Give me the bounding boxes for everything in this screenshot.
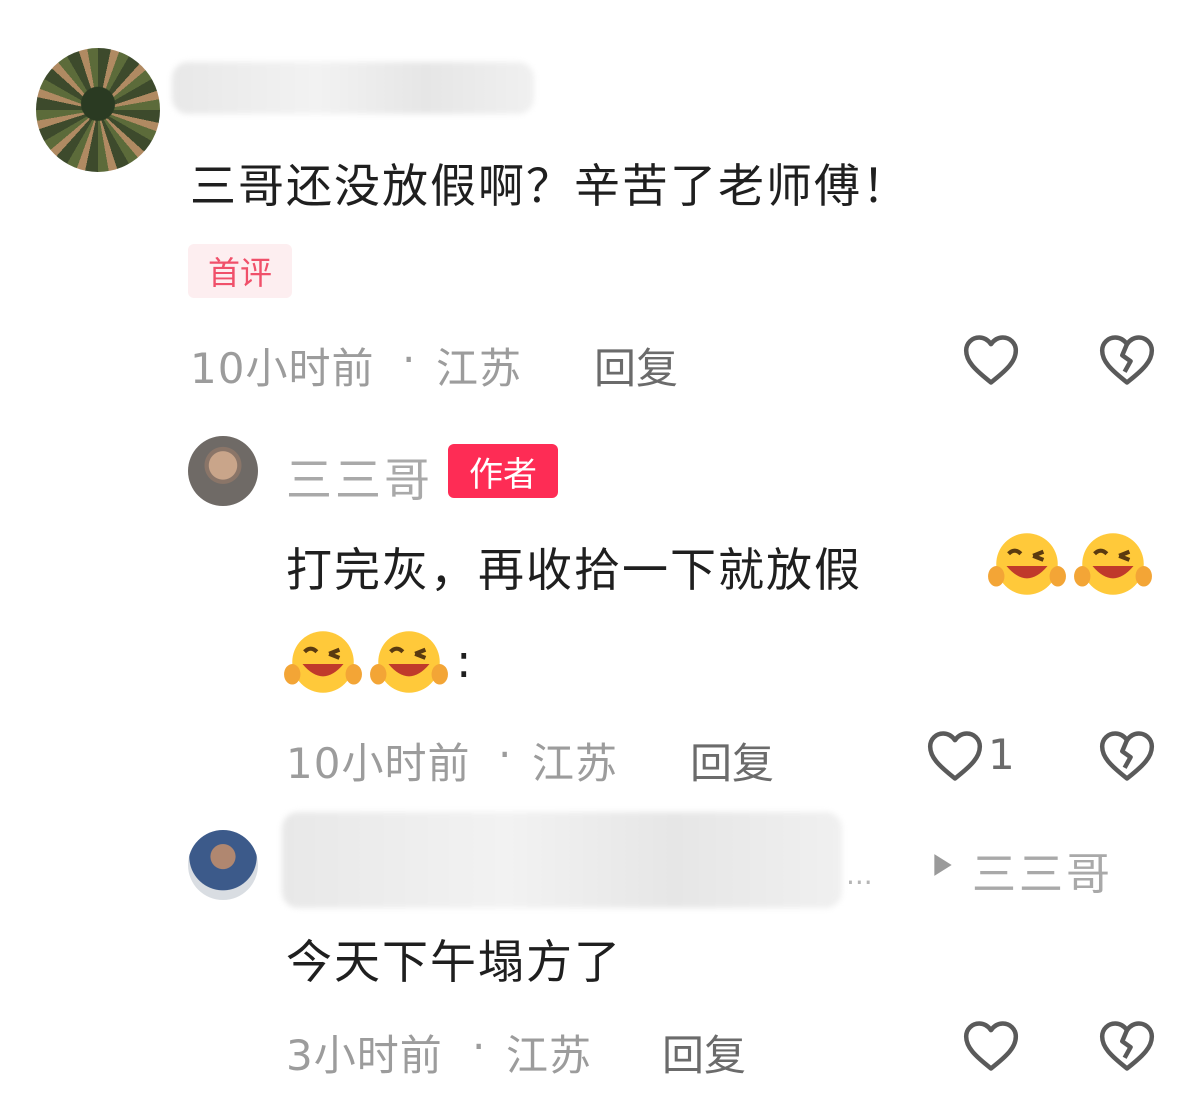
heart-icon[interactable]: [962, 334, 1020, 386]
reply-text: 打完灰，再收拾一下就放假: [286, 543, 862, 597]
heart-icon[interactable]: [926, 730, 984, 782]
commenter-avatar[interactable]: [36, 48, 160, 172]
broken-heart-icon[interactable]: [1098, 334, 1156, 386]
meta-separator: ·: [472, 1022, 487, 1071]
comment-thread: 三哥还没放假啊？辛苦了老师傅！ 首评 10小时前 · 江苏 回复 三三哥 作者 …: [0, 0, 1200, 1117]
comment-text: 今天下午塌方了: [286, 935, 622, 989]
reply-to-user[interactable]: 三三哥: [972, 838, 1113, 902]
grinning-wink-face-emoji: [1074, 533, 1152, 595]
comment-time: 3小时前: [286, 1031, 443, 1080]
broken-heart-icon[interactable]: [1098, 730, 1156, 782]
heart-icon[interactable]: [962, 1020, 1020, 1072]
grinning-wink-face-emoji: [370, 631, 448, 693]
username-ellipsis: ...: [846, 858, 873, 891]
broken-heart-icon[interactable]: [1098, 1020, 1156, 1072]
comment-location: 江苏: [436, 344, 523, 393]
like-count: 1: [988, 730, 1015, 779]
reply-text-suffix: :: [456, 634, 474, 688]
author-badge: 作者: [448, 444, 558, 498]
meta-separator: ·: [498, 730, 513, 779]
author-name[interactable]: 三三哥: [286, 444, 433, 510]
grinning-wink-face-emoji: [284, 631, 362, 693]
first-comment-badge: 首评: [188, 244, 292, 298]
reply-button[interactable]: 回复: [594, 335, 678, 396]
grinning-wink-face-emoji: [988, 533, 1066, 595]
blurred-username: [282, 812, 842, 908]
reply-button[interactable]: 回复: [690, 730, 774, 791]
reply-button[interactable]: 回复: [662, 1022, 746, 1083]
comment-location: 江苏: [532, 739, 619, 788]
play-arrow-icon: [934, 854, 952, 876]
meta-separator: ·: [402, 335, 417, 384]
blurred-username: [172, 62, 534, 114]
comment-time: 10小时前: [286, 739, 471, 788]
comment-text: 三哥还没放假啊？辛苦了老师傅！: [190, 159, 910, 213]
comment-location: 江苏: [506, 1031, 593, 1080]
author-avatar[interactable]: [188, 436, 258, 506]
comment-time: 10小时前: [190, 344, 375, 393]
commenter-avatar[interactable]: [188, 830, 258, 900]
